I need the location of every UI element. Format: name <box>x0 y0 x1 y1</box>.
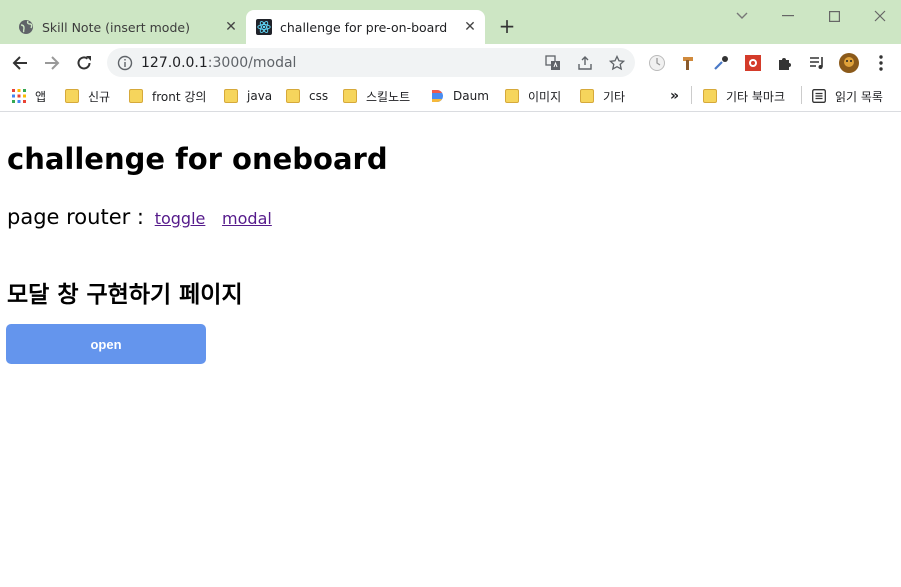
bookmark-label: 기타 북마크 <box>726 89 786 104</box>
bookmark-daum[interactable]: Daum <box>430 86 489 106</box>
section-title: 모달 창 구현하기 페이지 <box>7 282 243 308</box>
bookmark-apps[interactable]: 앱 <box>12 86 46 106</box>
minimize-icon[interactable] <box>776 6 800 26</box>
react-icon <box>256 19 272 35</box>
bookmark-label: java <box>247 89 273 103</box>
maximize-icon[interactable] <box>822 6 846 26</box>
tab-skill-note[interactable]: Skill Note (insert mode) ✕ <box>8 10 246 44</box>
bookmark-label: 스킬노트 <box>366 89 411 104</box>
page-title: challenge for oneboard <box>7 142 388 176</box>
apps-grid-icon <box>12 89 26 103</box>
bookmark-label: css <box>309 89 329 103</box>
tab-title: Skill Note (insert mode) <box>42 19 190 35</box>
globe-icon <box>19 20 33 34</box>
router-label: page router : <box>7 205 144 229</box>
eyedropper-icon[interactable] <box>711 53 731 73</box>
bookmark-folder[interactable]: front 강의 <box>129 86 206 106</box>
tab-strip: Skill Note (insert mode) ✕ challenge for… <box>0 0 901 44</box>
extension-hammer-icon[interactable] <box>679 53 699 73</box>
daum-icon <box>432 90 443 102</box>
url-host: 127.0.0.1 <box>141 54 208 71</box>
page-router: page router : toggle modal <box>7 205 272 229</box>
bookmark-label: front 강의 <box>152 89 207 104</box>
bookmark-label: Daum <box>453 89 489 103</box>
bookmark-folder[interactable]: 이미지 <box>505 86 561 106</box>
folder-icon <box>65 89 79 103</box>
bookmark-divider <box>691 86 692 104</box>
translate-icon[interactable] <box>544 54 562 72</box>
tab-challenge[interactable]: challenge for pre-on-board ✕ <box>246 10 485 44</box>
folder-icon <box>286 89 300 103</box>
extension-clock-icon[interactable] <box>647 53 667 73</box>
bookmarks-bar: 앱 신규 front 강의 java css 스킬노트 Daum 이미지 기타 … <box>0 81 901 112</box>
other-bookmarks[interactable]: 기타 북마크 <box>703 86 785 106</box>
folder-icon <box>505 89 519 103</box>
open-modal-button[interactable]: open <box>6 324 206 364</box>
toolbar: 127.0.0.1:3000/modal <box>0 44 901 81</box>
share-icon[interactable] <box>576 54 594 72</box>
modal-link[interactable]: modal <box>222 209 272 228</box>
bookmark-label: 신규 <box>88 89 111 104</box>
bookmark-label: 이미지 <box>528 89 562 104</box>
page-content: challenge for oneboard page router : tog… <box>0 113 901 587</box>
bookmark-folder[interactable]: css <box>286 86 328 106</box>
toggle-link[interactable]: toggle <box>155 209 206 228</box>
address-bar[interactable]: 127.0.0.1:3000/modal <box>107 48 635 77</box>
bookmark-label: 기타 <box>603 89 626 104</box>
star-icon[interactable] <box>608 54 626 72</box>
url-path: :3000/modal <box>207 54 297 71</box>
folder-icon <box>703 89 717 103</box>
bookmark-label: 읽기 목록 <box>835 89 883 104</box>
close-tab-icon[interactable]: ✕ <box>222 18 240 36</box>
reading-list[interactable]: 읽기 목록 <box>812 86 883 106</box>
extension-red-icon[interactable] <box>743 53 763 73</box>
folder-icon <box>129 89 143 103</box>
profile-avatar[interactable] <box>839 53 859 73</box>
reload-icon[interactable] <box>72 51 96 75</box>
close-tab-icon[interactable]: ✕ <box>461 18 479 36</box>
extensions-puzzle-icon[interactable] <box>775 53 795 73</box>
folder-icon <box>580 89 594 103</box>
bookmark-folder[interactable]: java <box>224 86 272 106</box>
url-text: 127.0.0.1:3000/modal <box>141 55 296 71</box>
bookmark-folder[interactable]: 기타 <box>580 86 625 106</box>
bookmark-folder[interactable]: 스킬노트 <box>343 86 410 106</box>
tab-title: challenge for pre-on-board <box>280 19 448 35</box>
bookmark-divider <box>801 86 802 104</box>
bookmarks-overflow-button[interactable]: » <box>670 86 679 106</box>
tab-search-icon[interactable] <box>730 6 754 26</box>
folder-icon <box>343 89 357 103</box>
media-control-icon[interactable] <box>807 53 827 73</box>
new-tab-button[interactable]: + <box>496 15 518 37</box>
back-icon[interactable] <box>8 51 32 75</box>
reading-list-icon <box>812 89 826 103</box>
bookmark-label: 앱 <box>35 89 47 104</box>
folder-icon <box>224 89 238 103</box>
menu-kebab-icon[interactable] <box>871 53 891 73</box>
close-window-icon[interactable] <box>868 6 892 26</box>
forward-icon[interactable] <box>40 51 64 75</box>
info-icon[interactable] <box>117 55 133 71</box>
bookmark-folder[interactable]: 신규 <box>65 86 110 106</box>
